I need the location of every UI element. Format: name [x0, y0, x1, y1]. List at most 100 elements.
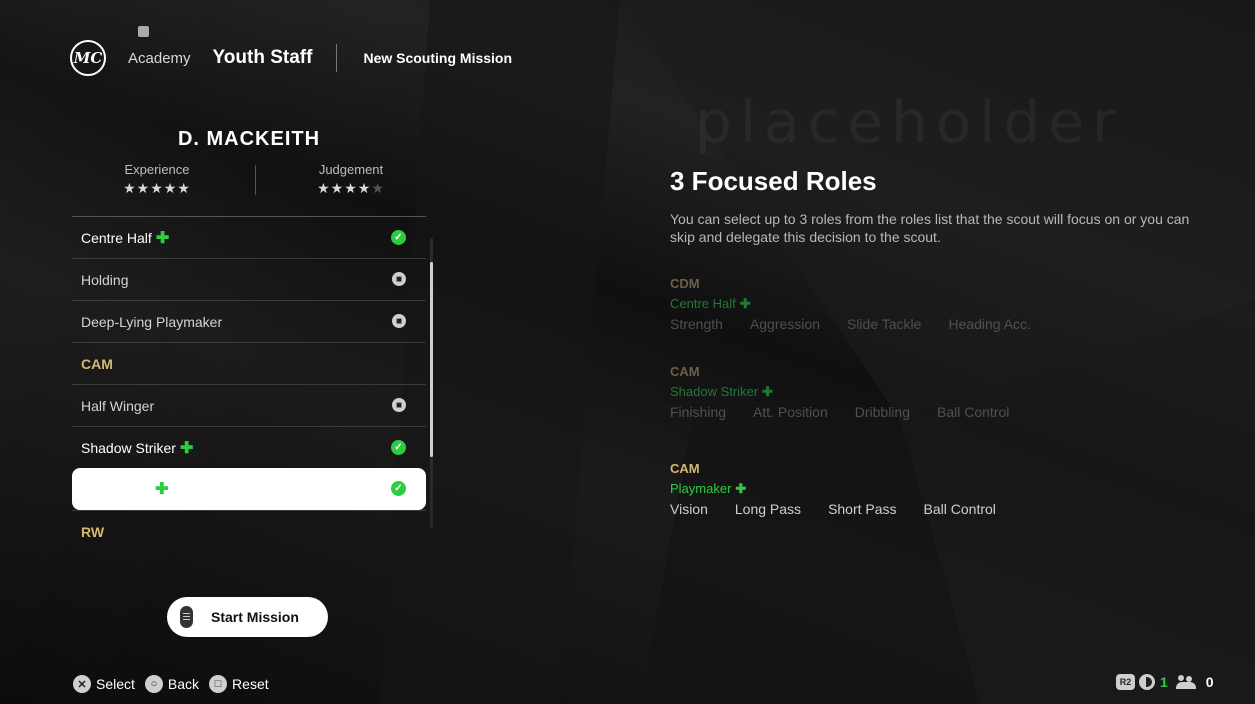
- footer-controls: ✕ Select ○ Back □ Reset: [73, 675, 279, 693]
- role-label-text: CAM: [81, 355, 113, 372]
- role-label-text: Holding: [81, 271, 129, 288]
- lock-icon: ■: [392, 272, 406, 286]
- slot-attribute: Vision: [670, 501, 708, 517]
- breadcrumb-academy[interactable]: Academy: [128, 25, 191, 67]
- role-label: Shadow Striker ✚: [81, 438, 426, 458]
- page-title: New Scouting Mission: [363, 50, 513, 66]
- role-label-text: Shadow Striker: [81, 439, 176, 456]
- square-button-icon: □: [209, 675, 228, 693]
- cross-button-icon: ✕: [73, 675, 91, 693]
- focused-role-slot: CDM Centre Half ✚ Strength Aggression Slide T…: [670, 276, 1058, 332]
- plus-icon: ✚: [739, 296, 751, 311]
- reset-control[interactable]: □ Reset: [209, 675, 269, 693]
- breadcrumb-academy-label: Academy: [128, 49, 191, 67]
- lock-icon: [138, 25, 149, 37]
- role-list: Centre Half ✚ ✓ Holding ■ Deep-Lying Playmake…: [72, 216, 426, 552]
- slot-attribute: Long Pass: [734, 501, 802, 517]
- lock-icon: ■: [392, 398, 406, 412]
- role-list-item[interactable]: Holding ■: [72, 258, 426, 300]
- judgement-label: Judgement: [318, 162, 384, 177]
- focused-role-slot: CAM Shadow Striker ✚ Finishing Att. Position…: [670, 364, 1036, 420]
- star-filled-icon: ★: [344, 180, 358, 196]
- star-filled-icon: ★: [123, 180, 137, 196]
- lock-icon: ■: [392, 314, 406, 328]
- experience-stat: Experience ★★★★★: [92, 162, 222, 197]
- people-icon: [1175, 675, 1198, 689]
- focused-roles-description: You can select up to 3 roles from the ro…: [670, 211, 1190, 245]
- star-filled-icon: ★: [163, 180, 178, 196]
- scrollbar-thumb[interactable]: [430, 262, 433, 457]
- start-mission-label: Start Mission: [211, 609, 299, 625]
- role-list-item[interactable]: Playmaker ✚ ✓: [72, 468, 426, 510]
- star-filled-icon: ★: [177, 180, 191, 196]
- role-label-text: RW: [81, 523, 105, 540]
- slot-position: CAM: [670, 364, 700, 379]
- plus-icon: ✚: [155, 481, 169, 498]
- role-label: CAM: [81, 356, 426, 372]
- breadcrumb-youth-staff[interactable]: Youth Staff: [213, 47, 313, 69]
- role-label: Holding: [81, 272, 426, 288]
- role-label-text: Half Winger: [81, 397, 155, 414]
- slot-attribute: Heading Acc.: [948, 316, 1031, 332]
- header: MC Academy Youth Staff New Scouting Miss…: [70, 25, 513, 88]
- touchpad-icon: [180, 606, 193, 628]
- slot-attributes: Finishing Att. Position Dribbling Ball Cont…: [670, 404, 1036, 420]
- breadcrumb-divider: [336, 44, 338, 72]
- slot-role: Shadow Striker ✚: [670, 384, 1036, 400]
- slot-attribute: Dribbling: [854, 404, 910, 420]
- star-filled-icon: ★: [317, 180, 331, 196]
- star-empty-icon: ★: [371, 180, 385, 196]
- footer-status: R2 1 0: [1116, 674, 1214, 690]
- plus-icon: ✚: [762, 384, 774, 399]
- role-label: Deep-Lying Playmaker: [81, 314, 426, 330]
- star-filled-icon: ★: [330, 180, 345, 196]
- slot-role: Centre Half ✚: [670, 296, 1058, 312]
- role-list-item[interactable]: Centre Half ✚ ✓: [72, 216, 426, 258]
- select-control[interactable]: ✕ Select: [73, 675, 135, 693]
- back-control[interactable]: ○ Back: [144, 675, 200, 693]
- check-icon: ✓: [391, 440, 406, 455]
- role-group-header: RW: [72, 510, 426, 552]
- slot-attributes: Strength Aggression Slide Tackle Heading Ac…: [670, 316, 1058, 332]
- slot-attribute: Ball Control: [923, 501, 996, 517]
- slot-role-name: Playmaker: [670, 481, 732, 496]
- coin-count: 1: [1160, 674, 1168, 690]
- slot-position: CDM: [670, 276, 700, 291]
- role-label-text: Centre Half: [81, 229, 152, 246]
- check-icon: ✓: [391, 481, 406, 496]
- focused-role-slot: CAM Playmaker ✚ Vision Long Pass Short Pass Ba…: [670, 461, 1023, 517]
- role-label-text: Playmaker: [81, 481, 152, 497]
- circle-button-icon: ○: [144, 675, 163, 693]
- placeholder-watermark: placeholder: [695, 88, 1124, 156]
- people-count: 0: [1205, 674, 1214, 690]
- judgement-stat: Judgement ★★★★★: [286, 162, 416, 197]
- role-label: Playmaker ✚: [81, 479, 426, 499]
- plus-icon: ✚: [179, 439, 194, 457]
- role-list-item[interactable]: Deep-Lying Playmaker ■: [72, 300, 426, 342]
- slot-attribute: Ball Control: [936, 404, 1010, 420]
- screen: MC Academy Youth Staff New Scouting Miss…: [0, 0, 1255, 704]
- star-filled-icon: ★: [150, 180, 164, 196]
- role-label: Half Winger: [81, 398, 426, 414]
- role-label-text: Deep-Lying Playmaker: [81, 313, 223, 330]
- slot-role-name: Centre Half: [670, 296, 736, 311]
- slot-attribute: Att. Position: [753, 404, 828, 420]
- check-icon: ✓: [391, 230, 406, 245]
- slot-attribute: Finishing: [670, 404, 727, 420]
- coin-icon: [1139, 674, 1155, 690]
- role-label: RW: [81, 524, 426, 540]
- back-label: Back: [167, 676, 200, 692]
- slot-attribute: Strength: [670, 316, 723, 332]
- slot-attribute: Aggression: [749, 316, 820, 332]
- r2-button-icon: R2: [1116, 674, 1135, 690]
- plus-icon: ✚: [735, 481, 747, 496]
- slot-role-name: Shadow Striker: [670, 384, 759, 399]
- role-list-item[interactable]: Shadow Striker ✚ ✓: [72, 426, 426, 468]
- role-list-item[interactable]: Half Winger ■: [72, 384, 426, 426]
- logo: MC: [70, 40, 106, 76]
- slot-attributes: Vision Long Pass Short Pass Ball Control: [670, 501, 1023, 517]
- slot-attribute: Short Pass: [828, 501, 897, 517]
- slot-position: CAM: [670, 461, 700, 476]
- plus-icon: ✚: [155, 229, 170, 247]
- start-mission-button[interactable]: Start Mission: [167, 597, 328, 637]
